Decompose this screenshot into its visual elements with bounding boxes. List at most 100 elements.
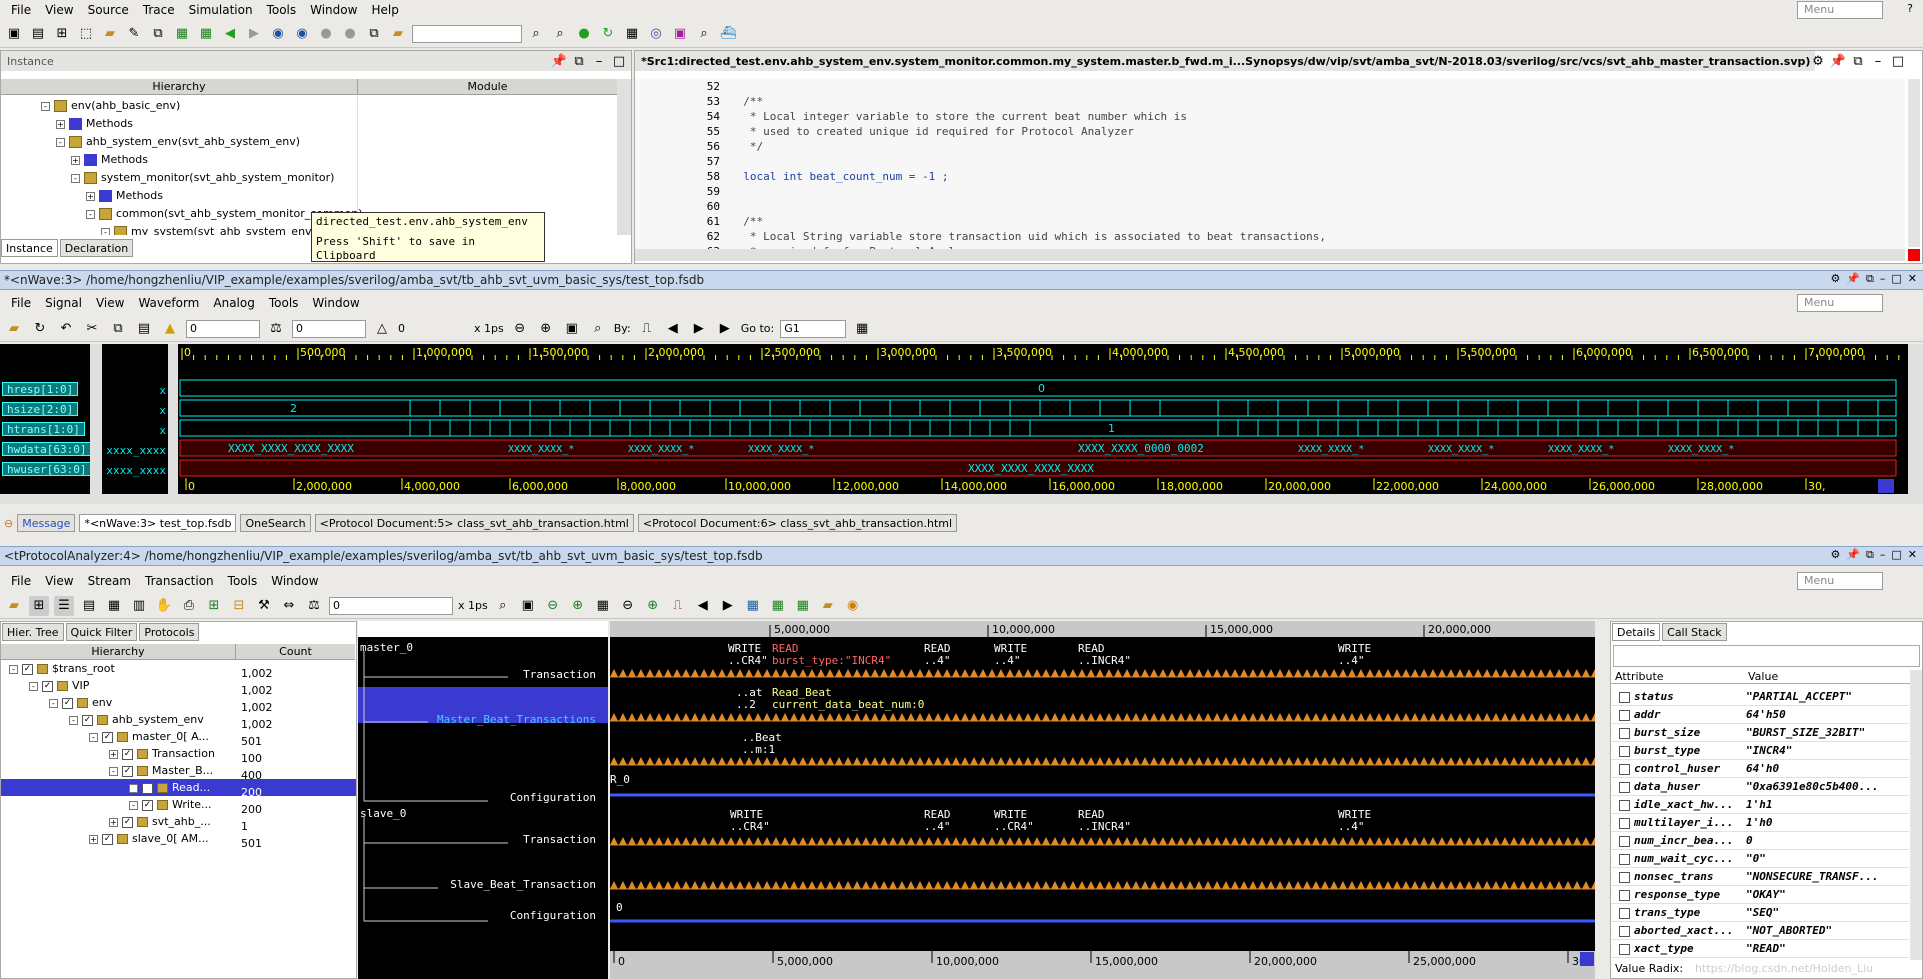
- menu-view[interactable]: View: [89, 296, 131, 310]
- stretch-icon[interactable]: ⇔: [279, 596, 299, 616]
- signal-name[interactable]: hresp[1:0]: [2, 382, 79, 396]
- checkbox[interactable]: ✓: [142, 799, 153, 811]
- source-code[interactable]: 52 53 /** 54 * Local integer variable to s…: [635, 79, 1905, 249]
- pa-tree-row[interactable]: + ✓ slave_0[ AM... 501: [1, 830, 356, 850]
- bookmark-icon[interactable]: ▰: [818, 596, 838, 616]
- marker-time-input[interactable]: 0: [292, 319, 366, 338]
- signal-name[interactable]: htrans[1:0]: [2, 422, 85, 436]
- tree-row[interactable]: - system_monitor(svt_ahb_system_monitor): [1, 169, 617, 187]
- go-icon[interactable]: ●: [574, 24, 594, 44]
- run-icon[interactable]: ●: [316, 24, 336, 44]
- attribute-row[interactable]: addr 64'h50: [1611, 706, 1909, 724]
- source-hscroll[interactable]: [635, 249, 1905, 261]
- menu-view[interactable]: View: [38, 3, 80, 17]
- pin-icon[interactable]: 📌: [1846, 272, 1860, 286]
- prev-icon[interactable]: ◀: [693, 596, 713, 616]
- attribute-row[interactable]: trans_type "SEQ": [1611, 904, 1909, 922]
- tree-row[interactable]: + Methods: [1, 115, 617, 133]
- expand-icon[interactable]: -: [41, 101, 50, 111]
- col-module[interactable]: Module: [357, 79, 617, 95]
- uvm-icon[interactable]: ◎: [646, 24, 666, 44]
- zoom-in-icon[interactable]: ⊕: [568, 596, 588, 616]
- expand-icon[interactable]: +: [89, 834, 98, 844]
- print-icon[interactable]: ⎙: [179, 596, 199, 616]
- attribute-row[interactable]: burst_type "INCR4": [1611, 742, 1909, 760]
- maximize-icon[interactable]: □: [1890, 53, 1906, 69]
- back-arrow-icon[interactable]: ◀: [220, 24, 240, 44]
- cursor-time-input[interactable]: 0: [186, 319, 260, 338]
- search-by-icon[interactable]: ⎍: [668, 596, 688, 616]
- maximize-icon[interactable]: □: [1891, 272, 1901, 286]
- open-icon[interactable]: ▤: [28, 24, 48, 44]
- table-icon[interactable]: ▤: [79, 596, 99, 616]
- grid-icon[interactable]: ▦: [104, 596, 124, 616]
- pa-tree-row[interactable]: - ✓ ahb_system_env 1,002: [1, 711, 356, 731]
- attribute-row[interactable]: control_huser 64'h0: [1611, 760, 1909, 778]
- attribute-row[interactable]: response_type "OKAY": [1611, 886, 1909, 904]
- checkbox[interactable]: ✓: [82, 714, 93, 726]
- zoom-all-icon[interactable]: ▣: [518, 596, 538, 616]
- copy-icon[interactable]: ⧉: [148, 24, 168, 44]
- expand-icon[interactable]: -: [86, 209, 95, 219]
- menu-window[interactable]: Window: [303, 3, 364, 17]
- expand-icon[interactable]: -: [101, 227, 110, 235]
- pa-tree-row[interactable]: + ✓ Transaction 100: [1, 745, 356, 765]
- menu-analog[interactable]: Analog: [206, 296, 261, 310]
- minimize-icon[interactable]: –: [1880, 272, 1886, 286]
- inspect-icon[interactable]: ⌕: [694, 24, 714, 44]
- next-icon[interactable]: ▶: [718, 596, 738, 616]
- tab-0[interactable]: Message: [17, 514, 76, 532]
- nwave-menu-search[interactable]: Menu: [1797, 294, 1883, 312]
- attr-checkbox[interactable]: [1619, 745, 1630, 757]
- undock-icon[interactable]: ⧉: [1850, 53, 1866, 69]
- menu-tools[interactable]: Tools: [262, 296, 306, 310]
- attr-checkbox[interactable]: [1619, 835, 1630, 847]
- col-hierarchy[interactable]: Hierarchy: [1, 79, 357, 95]
- attribute-row[interactable]: xact_type "READ": [1611, 940, 1909, 958]
- pa-time-input[interactable]: 0: [329, 596, 453, 615]
- paste-icon[interactable]: ▤: [134, 319, 154, 339]
- menu-trace[interactable]: Trace: [136, 3, 182, 17]
- hand-icon[interactable]: ✋: [154, 596, 174, 616]
- menu-search[interactable]: Menu: [1797, 1, 1883, 19]
- pa-tree-row[interactable]: - ✓ Read... 200: [1, 779, 356, 799]
- tree-row[interactable]: - env(ahb_basic_env): [1, 97, 617, 115]
- attr-checkbox[interactable]: [1619, 709, 1630, 721]
- attr-checkbox[interactable]: [1619, 871, 1630, 883]
- col-value[interactable]: Value: [1744, 670, 1904, 683]
- menu-view[interactable]: View: [38, 574, 80, 588]
- nwave-waveform[interactable]: 0 500,000 1,000,000 1,500,000 2,000,000 2,500…: [178, 344, 1908, 494]
- tab-declaration[interactable]: Declaration: [59, 239, 134, 257]
- tree-expand-icon[interactable]: ⊞: [204, 596, 224, 616]
- checkbox[interactable]: ✓: [102, 731, 113, 743]
- open-icon[interactable]: ▰: [4, 596, 24, 616]
- undock-icon[interactable]: ⧉: [1866, 272, 1874, 286]
- details-filter[interactable]: [1613, 645, 1920, 667]
- value-list-scroll[interactable]: [168, 344, 178, 494]
- new-icon[interactable]: ▣: [4, 24, 24, 44]
- tab-protocols[interactable]: Protocols: [139, 623, 200, 641]
- tab-hier-tree[interactable]: Hier. Tree: [2, 623, 64, 641]
- checkbox[interactable]: ✓: [62, 697, 73, 709]
- col-count[interactable]: Count: [235, 644, 355, 660]
- filter-icon[interactable]: ▥: [129, 596, 149, 616]
- stream-icon[interactable]: ▦: [768, 596, 788, 616]
- tab-call-stack[interactable]: Call Stack: [1662, 623, 1727, 641]
- expand-icon[interactable]: -: [9, 664, 18, 674]
- color-icon[interactable]: ◉: [843, 596, 863, 616]
- find2-icon[interactable]: ⌕: [550, 24, 570, 44]
- checkbox[interactable]: ✓: [142, 782, 153, 794]
- minimize-icon[interactable]: –: [1870, 53, 1886, 69]
- stream2-icon[interactable]: ▦: [793, 596, 813, 616]
- goto-select[interactable]: G1: [780, 319, 847, 338]
- undo-icon[interactable]: ↶: [56, 319, 76, 339]
- tile-icon[interactable]: ⧉: [364, 24, 384, 44]
- expand-icon[interactable]: +: [86, 191, 95, 201]
- calendar-icon[interactable]: ▦: [743, 596, 763, 616]
- attribute-row[interactable]: idle_xact_hw... 1'h1: [1611, 796, 1909, 814]
- tab-4[interactable]: <Protocol Document:6> class_svt_ahb_tran…: [637, 514, 958, 532]
- instance-scrollbar[interactable]: [617, 79, 631, 235]
- menu-file[interactable]: File: [4, 574, 38, 588]
- menu-transaction[interactable]: Transaction: [138, 574, 221, 588]
- reload-icon[interactable]: ↻: [30, 319, 50, 339]
